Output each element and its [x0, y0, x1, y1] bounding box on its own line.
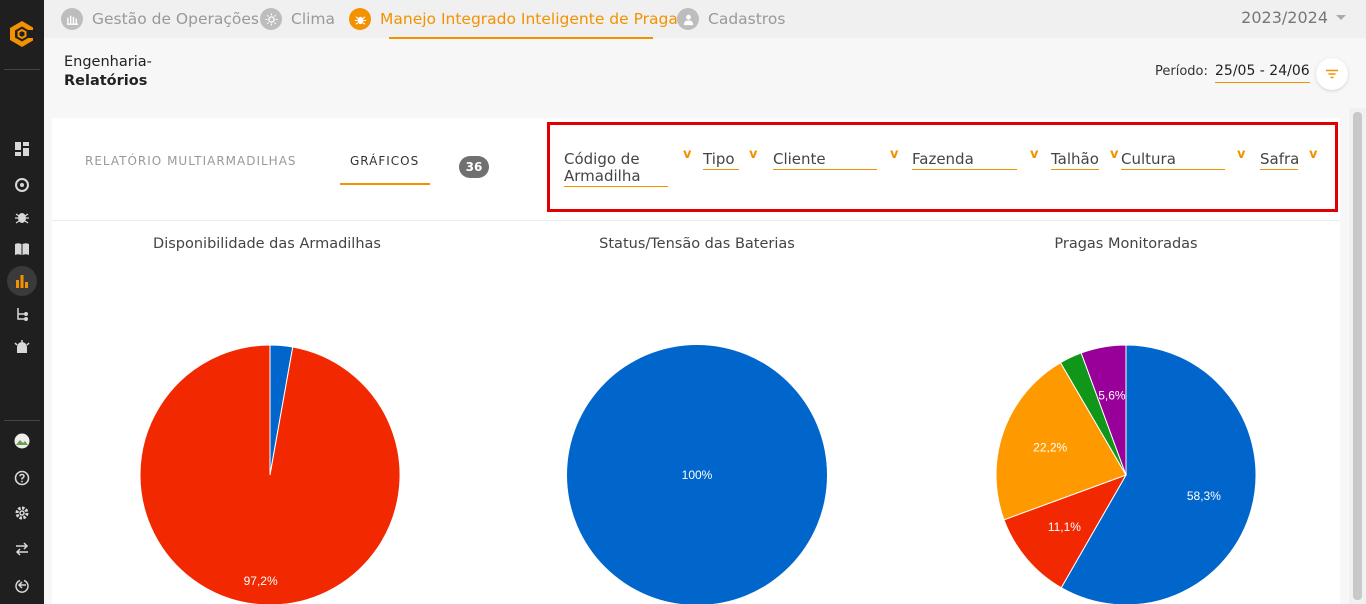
tab-graficos[interactable]: GRÁFICOS: [350, 154, 419, 168]
filter-cultura[interactable]: Cultura v: [1121, 147, 1245, 181]
active-nav-indicator: [389, 37, 653, 39]
swap-icon[interactable]: [10, 537, 34, 561]
pie-slice[interactable]: [139, 344, 401, 604]
bug-icon: [349, 8, 371, 30]
chevron-down-icon: [1336, 15, 1346, 20]
filter-label: Tipo: [703, 151, 739, 170]
dashboard-icon[interactable]: [10, 137, 34, 161]
report-card: RELATÓRIO MULTIARMADILHAS GRÁFICOS 36 Có…: [52, 118, 1340, 604]
count-badge: 36: [459, 156, 489, 178]
pie-slice-label: 11,1%: [1048, 520, 1081, 534]
chevron-down-icon: v: [890, 147, 899, 162]
sun-icon: [260, 8, 282, 30]
period-label: Período:: [1155, 64, 1208, 79]
pie-slice-label: 22,2%: [1033, 441, 1067, 455]
pie-chart-disponibilidade: 97,2%: [139, 344, 401, 604]
avatar[interactable]: [10, 429, 34, 453]
filter-cliente[interactable]: Cliente v: [773, 147, 898, 181]
pie-slice-label: 100%: [682, 468, 713, 482]
filter-safra[interactable]: Safra v: [1260, 147, 1317, 181]
bar-chart-icon[interactable]: [7, 266, 37, 296]
pie-slice-label: 5,6%: [1098, 389, 1126, 403]
season-selector[interactable]: 2023/2024: [1241, 8, 1346, 27]
chevron-down-icon: v: [1030, 147, 1039, 162]
chevron-down-icon: v: [749, 147, 758, 162]
scrollbar-thumb[interactable]: [1353, 112, 1362, 600]
breadcrumb-parent: Engenharia-: [64, 54, 152, 70]
chart-title-baterias: Status/Tensão das Baterias: [599, 236, 795, 252]
operations-icon: [61, 8, 83, 30]
filter-label: Código de: [564, 150, 640, 168]
book-icon[interactable]: [10, 237, 34, 261]
filter-label: Talhão: [1051, 150, 1099, 170]
nav-manejo-pragas[interactable]: Manejo Integrado Inteligente de Pragas: [349, 6, 686, 32]
help-icon[interactable]: [10, 466, 34, 490]
user-icon: [677, 8, 699, 30]
alarm-icon[interactable]: [10, 335, 34, 359]
filter-talhao[interactable]: Talhão v: [1051, 147, 1118, 181]
radar-icon[interactable]: [10, 173, 34, 197]
top-navigation: Gestão de Operações Clima Manejo Integra…: [44, 0, 1366, 38]
filter-label: Safra: [1260, 150, 1300, 170]
chevron-down-icon: v: [1237, 147, 1246, 162]
filter-tipo[interactable]: Tipo v: [703, 147, 757, 181]
nav-cadastros[interactable]: Cadastros: [677, 6, 785, 32]
filter-label: Cliente: [773, 151, 877, 170]
nav-label: Cadastros: [708, 10, 786, 28]
filters-panel: Código de Armadilha v Tipo v Cliente v F…: [547, 122, 1338, 212]
period-selector[interactable]: 25/05 - 24/06: [1215, 63, 1310, 83]
pie-chart-pragas: 58,3% 11,1% 22,2% 5,6%: [995, 344, 1257, 604]
chart-title-pragas: Pragas Monitoradas: [1054, 236, 1198, 252]
pie-slice-label: 58,3%: [1187, 489, 1221, 503]
pie-chart-baterias: 100%: [567, 345, 827, 604]
nav-label: Clima: [291, 10, 336, 28]
vertical-scrollbar[interactable]: [1349, 108, 1366, 604]
filter-label: Armadilha: [564, 168, 668, 187]
chevron-down-icon: v: [1110, 147, 1119, 162]
filter-codigo-armadilha[interactable]: Código de Armadilha v: [564, 147, 691, 187]
sidebar-divider: [4, 69, 40, 70]
sidebar-divider: [4, 420, 40, 421]
bug-icon[interactable]: [10, 205, 34, 229]
sidebar: [0, 0, 44, 604]
chevron-down-icon: v: [683, 147, 692, 162]
active-tab-indicator: [340, 183, 430, 185]
nav-clima[interactable]: Clima: [260, 6, 335, 32]
nav-gestao-operacoes[interactable]: Gestão de Operações: [61, 6, 259, 32]
tabs-row: RELATÓRIO MULTIARMADILHAS GRÁFICOS 36 Có…: [52, 118, 1340, 221]
filter-icon: [1326, 69, 1338, 79]
filter-button[interactable]: [1316, 58, 1348, 90]
branch-icon[interactable]: [10, 302, 34, 326]
pie-slice-label: 97,2%: [244, 574, 278, 588]
chevron-down-icon: v: [1309, 147, 1318, 162]
filter-label: Fazenda: [912, 151, 1017, 170]
tab-relatorio-multiarmadilhas[interactable]: RELATÓRIO MULTIARMADILHAS: [85, 154, 297, 168]
filter-fazenda[interactable]: Fazenda v: [912, 147, 1038, 181]
settings-icon[interactable]: [10, 501, 34, 525]
page-title: Relatórios: [64, 73, 148, 89]
nav-label: Gestão de Operações: [92, 10, 259, 28]
nav-label: Manejo Integrado Inteligente de Pragas: [380, 10, 686, 28]
season-value: 2023/2024: [1241, 8, 1328, 27]
filter-label: Cultura: [1121, 151, 1225, 170]
company-logo[interactable]: [6, 18, 38, 50]
logout-icon[interactable]: [10, 573, 34, 597]
chart-title-disponibilidade: Disponibilidade das Armadilhas: [153, 236, 381, 252]
